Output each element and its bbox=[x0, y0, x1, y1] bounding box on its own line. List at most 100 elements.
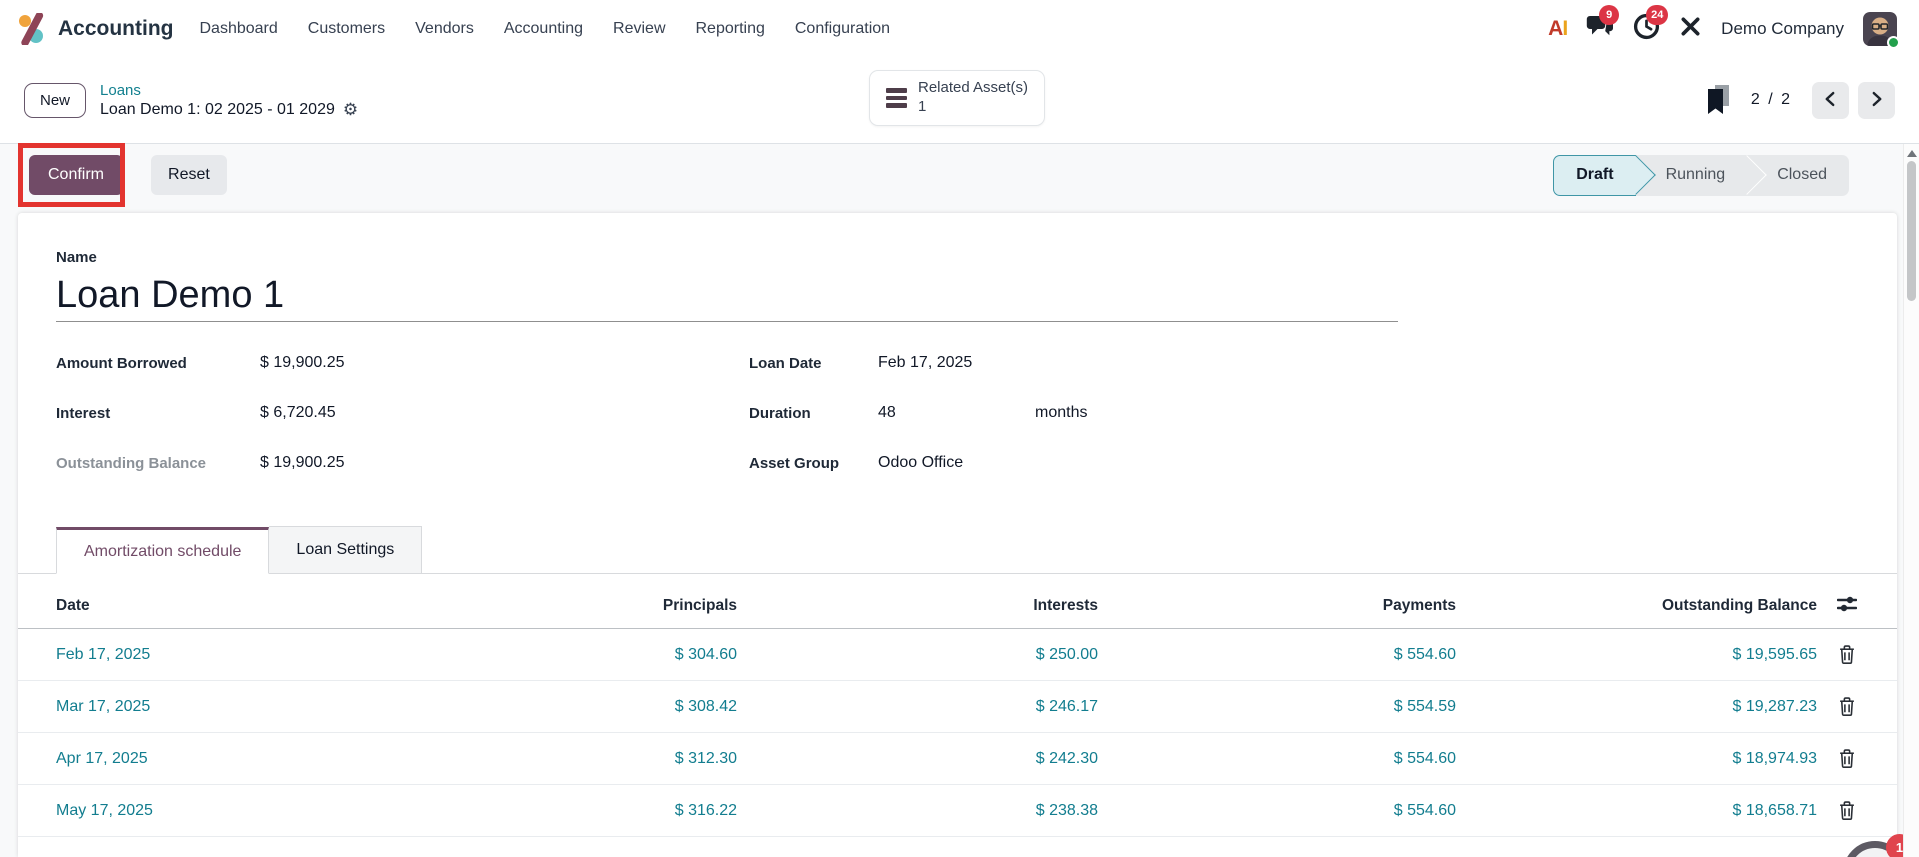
interest-label: Interest bbox=[56, 404, 111, 422]
company-switcher[interactable]: Demo Company bbox=[1721, 19, 1844, 39]
activities-button[interactable]: 24 bbox=[1633, 4, 1669, 45]
table-row: Feb 17, 2025 $ 304.60 $ 250.00 $ 554.60 … bbox=[18, 629, 1897, 681]
state-draft[interactable]: Draft bbox=[1553, 154, 1656, 196]
loan-date-value[interactable]: Feb 17, 2025 bbox=[878, 354, 972, 372]
row-interest[interactable]: $ 246.17 bbox=[737, 698, 1098, 716]
messages-button[interactable]: 9 bbox=[1586, 4, 1620, 45]
form-sheet: Name Loan Demo 1 Amount Borrowed $ 19,90… bbox=[18, 213, 1897, 857]
amount-borrowed-value[interactable]: $ 19,900.25 bbox=[260, 354, 345, 372]
loan-date-label: Loan Date bbox=[749, 354, 822, 372]
row-principal[interactable]: $ 312.30 bbox=[358, 750, 737, 768]
reset-button[interactable]: Reset bbox=[151, 155, 227, 195]
row-interest[interactable]: $ 242.30 bbox=[737, 750, 1098, 768]
menu-bars-icon bbox=[886, 88, 907, 108]
online-status-dot bbox=[1887, 35, 1900, 49]
app-title[interactable]: Accounting bbox=[58, 17, 174, 41]
asset-group-value[interactable]: Odoo Office bbox=[878, 454, 963, 472]
delete-row-trash-icon[interactable] bbox=[1817, 749, 1877, 768]
header-date[interactable]: Date bbox=[18, 597, 358, 615]
row-date[interactable]: Apr 17, 2025 bbox=[18, 750, 358, 768]
odoo-loan-form-screen: Accounting Dashboard Customers Vendors A… bbox=[0, 0, 1919, 857]
table-row: Mar 17, 2025 $ 308.42 $ 246.17 $ 554.59 … bbox=[18, 681, 1897, 733]
row-payment[interactable]: $ 554.59 bbox=[1098, 698, 1456, 716]
row-interest[interactable]: $ 250.00 bbox=[737, 646, 1098, 664]
related-assets-button[interactable]: Related Asset(s) 1 bbox=[869, 70, 1046, 126]
chevron-right-icon bbox=[1869, 91, 1884, 110]
bookmark-icon[interactable] bbox=[1706, 85, 1731, 115]
crossed-tools-icon bbox=[1679, 15, 1702, 43]
vertical-scrollbar bbox=[1903, 144, 1919, 857]
name-input[interactable]: Loan Demo 1 bbox=[56, 274, 1398, 322]
tab-loan-settings[interactable]: Loan Settings bbox=[269, 526, 423, 573]
menu-reporting[interactable]: Reporting bbox=[696, 20, 765, 38]
related-assets-label: Related Asset(s) bbox=[918, 79, 1029, 96]
pager-counter[interactable]: 2 / 2 bbox=[1751, 91, 1792, 109]
row-principal[interactable]: $ 316.22 bbox=[358, 802, 737, 820]
row-balance[interactable]: $ 19,287.23 bbox=[1456, 698, 1817, 716]
interest-value[interactable]: $ 6,720.45 bbox=[260, 404, 336, 422]
ai-icon[interactable]: AI bbox=[1548, 17, 1568, 41]
outstanding-balance-value: $ 19,900.25 bbox=[260, 454, 345, 471]
activities-badge: 24 bbox=[1646, 4, 1669, 25]
form-statusbar: Confirm Reset Draft Running Closed bbox=[0, 143, 1849, 207]
header-principals[interactable]: Principals bbox=[358, 597, 737, 615]
table-row: Apr 17, 2025 $ 312.30 $ 242.30 $ 554.60 … bbox=[18, 733, 1897, 785]
right-field-column: Loan Date Feb 17, 2025 Duration 48 month… bbox=[749, 338, 1859, 488]
row-principal[interactable]: $ 304.60 bbox=[358, 646, 737, 664]
duration-label: Duration bbox=[749, 404, 811, 422]
header-outstanding-balance[interactable]: Outstanding Balance bbox=[1456, 597, 1817, 615]
row-payment[interactable]: $ 554.60 bbox=[1098, 750, 1456, 768]
user-avatar[interactable] bbox=[1863, 11, 1900, 49]
navbar-systray: AI 9 24 Demo Company bbox=[1548, 4, 1900, 49]
debug-tools-button[interactable] bbox=[1679, 15, 1702, 43]
outstanding-balance-label: Outstanding Balance bbox=[56, 454, 207, 472]
delete-row-trash-icon[interactable] bbox=[1817, 801, 1877, 820]
row-date[interactable]: Feb 17, 2025 bbox=[18, 646, 358, 664]
delete-row-trash-icon[interactable] bbox=[1817, 697, 1877, 716]
breadcrumb-current-record: Loan Demo 1: 02 2025 - 01 2029 bbox=[100, 100, 335, 118]
confirm-button[interactable]: Confirm bbox=[29, 155, 124, 195]
pager-previous-button[interactable] bbox=[1812, 81, 1849, 119]
control-panel: New Loans Loan Demo 1: 02 2025 - 01 2029… bbox=[0, 57, 1919, 143]
state-widget: Draft Running Closed bbox=[1553, 154, 1849, 196]
amount-borrowed-label: Amount Borrowed bbox=[56, 354, 187, 372]
notebook-tabs: Amortization schedule Loan Settings bbox=[18, 526, 1897, 574]
optional-columns-sliders-icon[interactable] bbox=[1817, 596, 1877, 615]
scrollbar-up-arrow[interactable] bbox=[1906, 150, 1917, 157]
top-navbar: Accounting Dashboard Customers Vendors A… bbox=[0, 0, 1919, 57]
row-date[interactable]: Mar 17, 2025 bbox=[18, 698, 358, 716]
menu-configuration[interactable]: Configuration bbox=[795, 20, 890, 38]
left-field-column: Amount Borrowed $ 19,900.25 Interest $ 6… bbox=[56, 338, 749, 488]
tab-amortization-schedule[interactable]: Amortization schedule bbox=[56, 527, 270, 574]
row-balance[interactable]: $ 18,658.71 bbox=[1456, 802, 1817, 820]
header-payments[interactable]: Payments bbox=[1098, 597, 1456, 615]
pager-area: 2 / 2 bbox=[1706, 81, 1895, 119]
breadcrumb-loans-link[interactable]: Loans bbox=[100, 82, 358, 99]
accounting-app-logo-icon[interactable] bbox=[16, 11, 48, 46]
duration-value[interactable]: 48 bbox=[878, 404, 1035, 422]
row-principal[interactable]: $ 308.42 bbox=[358, 698, 737, 716]
row-balance[interactable]: $ 18,974.93 bbox=[1456, 750, 1817, 768]
related-assets-count: 1 bbox=[918, 97, 927, 115]
row-interest[interactable]: $ 238.38 bbox=[737, 802, 1098, 820]
menu-vendors[interactable]: Vendors bbox=[415, 20, 474, 38]
menu-dashboard[interactable]: Dashboard bbox=[200, 20, 278, 38]
amortization-table: Date Principals Interests Payments Outst… bbox=[18, 574, 1897, 837]
row-payment[interactable]: $ 554.60 bbox=[1098, 646, 1456, 664]
menu-review[interactable]: Review bbox=[613, 20, 665, 38]
row-balance[interactable]: $ 19,595.65 bbox=[1456, 646, 1817, 664]
menu-customers[interactable]: Customers bbox=[308, 20, 385, 38]
row-payment[interactable]: $ 554.60 bbox=[1098, 802, 1456, 820]
name-field-label: Name bbox=[56, 249, 97, 266]
row-date[interactable]: May 17, 2025 bbox=[18, 802, 358, 820]
chevron-left-icon bbox=[1823, 91, 1838, 110]
main-menu: Dashboard Customers Vendors Accounting R… bbox=[200, 20, 891, 38]
gear-icon[interactable]: ⚙ bbox=[343, 101, 358, 118]
delete-row-trash-icon[interactable] bbox=[1817, 645, 1877, 664]
duration-suffix: months bbox=[1035, 404, 1088, 421]
header-interests[interactable]: Interests bbox=[737, 597, 1098, 615]
pager-next-button[interactable] bbox=[1858, 81, 1895, 119]
new-button[interactable]: New bbox=[24, 82, 87, 118]
menu-accounting[interactable]: Accounting bbox=[504, 20, 583, 38]
scrollbar-thumb[interactable] bbox=[1907, 161, 1916, 301]
